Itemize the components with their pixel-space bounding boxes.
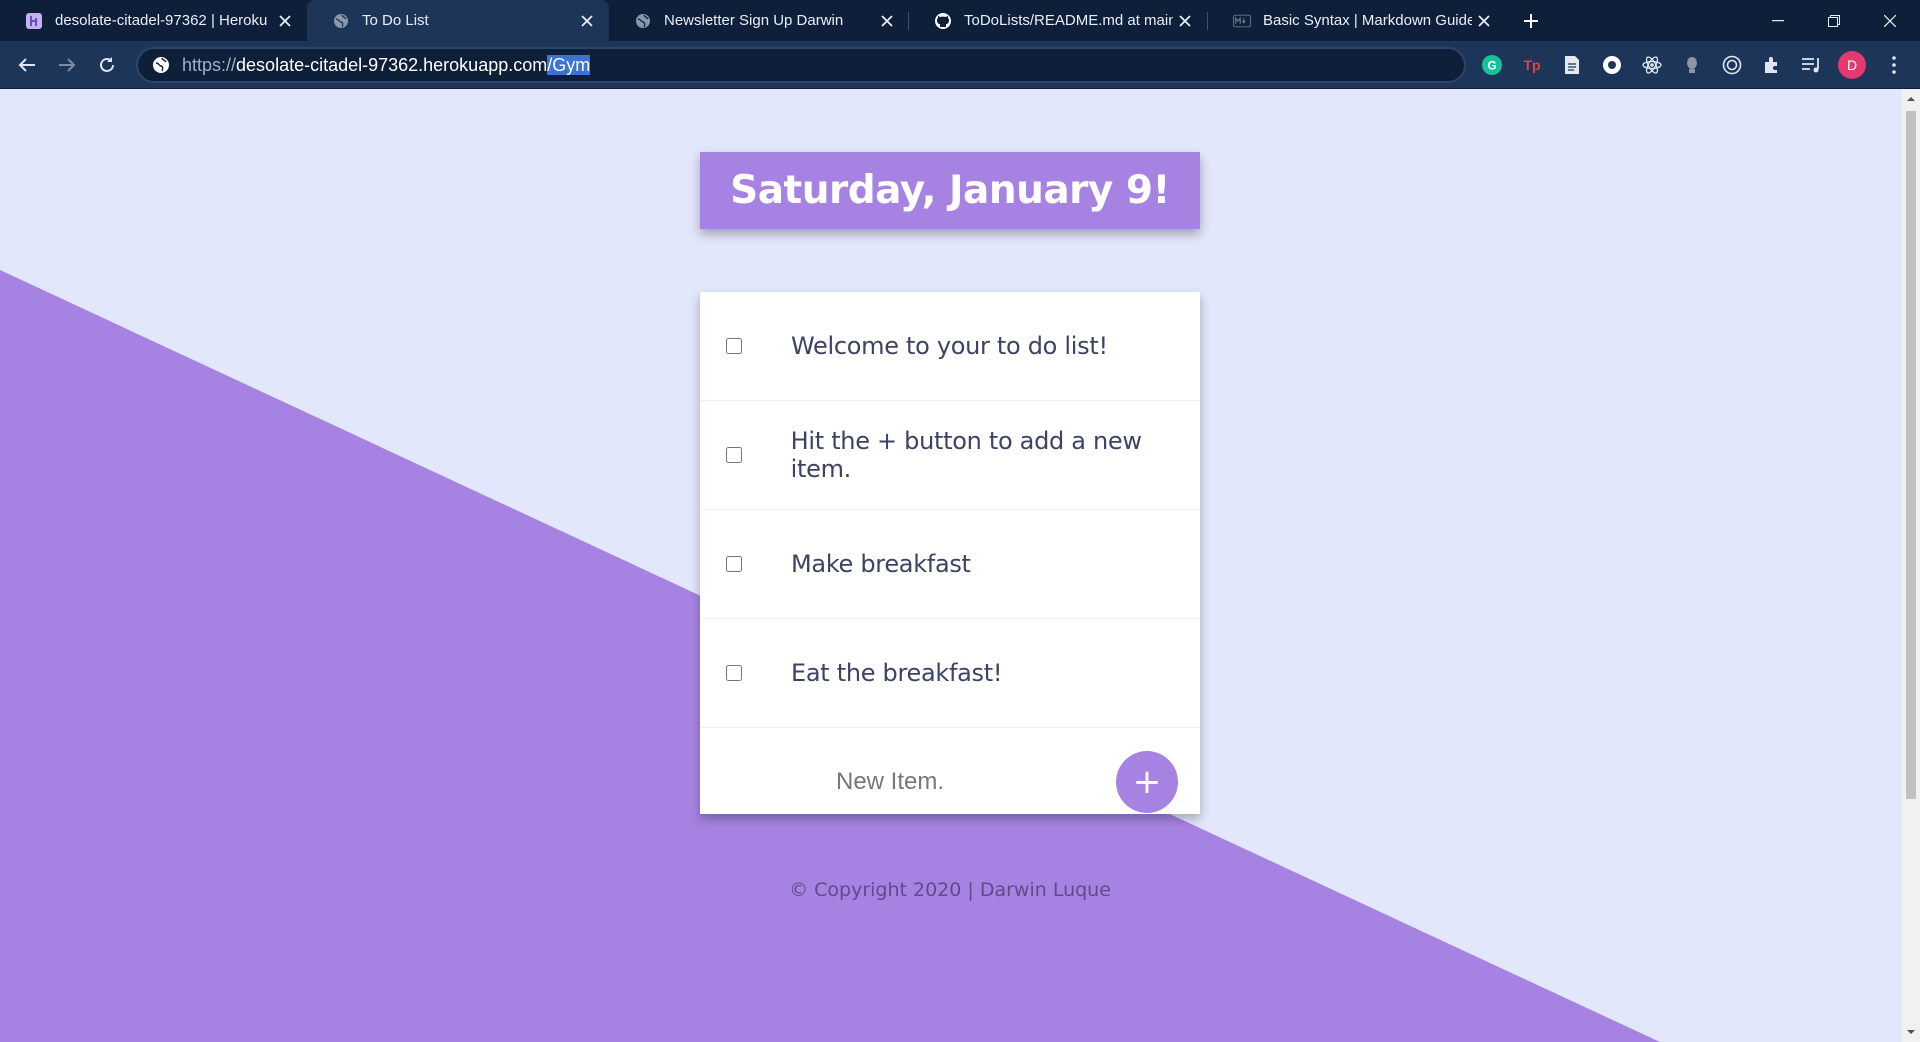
tab-markdown-guide[interactable]: Basic Syntax | Markdown Guide: [1208, 0, 1506, 41]
item-checkbox[interactable]: [726, 665, 742, 681]
tab-todo-list[interactable]: To Do List: [307, 0, 609, 41]
todo-card: Welcome to your to do list! Hit the + bu…: [700, 292, 1200, 814]
item-checkbox[interactable]: [726, 447, 742, 463]
browser-toolbar: https://desolate-citadel-97362.herokuapp…: [0, 41, 1920, 89]
close-tab-icon[interactable]: [273, 9, 297, 33]
item-text: Make breakfast: [791, 550, 971, 578]
puzzle-icon[interactable]: [1760, 53, 1784, 77]
url-path-selected: /Gym: [547, 54, 591, 75]
menu-kebab-icon[interactable]: [1882, 53, 1906, 77]
minimize-icon[interactable]: [1750, 0, 1806, 41]
list-item: Eat the breakfast!: [700, 619, 1200, 728]
tab-title: desolate-citadel-97362 | Heroku: [55, 12, 268, 29]
footer-copyright: © Copyright 2020 | Darwin Luque: [789, 879, 1111, 901]
tab-title: ToDoLists/README.md at main ·: [964, 12, 1173, 29]
scroll-up-icon[interactable]: [1907, 95, 1915, 103]
scroll-thumb[interactable]: [1906, 111, 1916, 799]
globe-icon: [634, 12, 652, 30]
page-title: Saturday, January 9!: [730, 168, 1170, 213]
close-tab-icon[interactable]: [575, 9, 599, 33]
grammarly-icon[interactable]: G: [1480, 53, 1504, 77]
item-checkbox[interactable]: [726, 556, 742, 572]
forward-icon[interactable]: [52, 50, 82, 80]
restore-icon[interactable]: [1806, 0, 1862, 41]
github-icon: [934, 12, 952, 30]
page-viewport: Saturday, January 9! Welcome to your to …: [0, 89, 1902, 1042]
new-item-input[interactable]: [720, 758, 1060, 806]
tp-icon[interactable]: Tp: [1520, 53, 1544, 77]
tab-title: To Do List: [362, 12, 429, 29]
close-tab-icon[interactable]: [1173, 9, 1197, 33]
item-text: Welcome to your to do list!: [791, 332, 1108, 360]
avatar[interactable]: D: [1838, 51, 1866, 79]
close-window-icon[interactable]: [1862, 0, 1918, 41]
tab-title: Newsletter Sign Up Darwin: [664, 12, 844, 29]
address-bar[interactable]: https://desolate-citadel-97362.herokuapp…: [136, 47, 1466, 83]
back-icon[interactable]: [12, 50, 42, 80]
list-item: Make breakfast: [700, 510, 1200, 619]
item-text: Eat the breakfast!: [791, 659, 1003, 687]
heroku-icon: [25, 12, 43, 30]
globe-icon: [332, 12, 350, 30]
target-icon[interactable]: [1720, 53, 1744, 77]
react-icon[interactable]: [1640, 53, 1664, 77]
item-text: Hit the + button to add a new item.: [790, 427, 1142, 483]
site-info-icon[interactable]: [150, 54, 172, 76]
item-checkbox[interactable]: [726, 338, 742, 354]
page-scrollbar[interactable]: [1902, 89, 1920, 1042]
heading-box: Saturday, January 9!: [700, 152, 1200, 229]
list-item: Hit the + button to add a new item.: [700, 401, 1200, 510]
tab-heroku[interactable]: desolate-citadel-97362 | Heroku: [0, 0, 307, 41]
close-tab-icon[interactable]: [875, 9, 899, 33]
lamp-icon[interactable]: [1680, 53, 1704, 77]
tab-github-readme[interactable]: ToDoLists/README.md at main ·: [909, 0, 1207, 41]
new-item-form: +: [700, 728, 1200, 836]
tab-title: Basic Syntax | Markdown Guide: [1263, 12, 1472, 29]
list-item: Welcome to your to do list!: [700, 292, 1200, 401]
document-icon[interactable]: [1560, 53, 1584, 77]
url-host: desolate-citadel-97362.herokuapp.com: [236, 54, 548, 75]
tab-newsletter[interactable]: Newsletter Sign Up Darwin: [609, 0, 909, 41]
add-item-button[interactable]: +: [1116, 751, 1178, 813]
scroll-down-icon[interactable]: [1907, 1028, 1915, 1036]
profile-initial: D: [1846, 57, 1858, 73]
url-scheme: https://: [182, 54, 237, 75]
media-icon[interactable]: [1800, 53, 1824, 77]
new-tab-button[interactable]: [1518, 8, 1544, 34]
close-tab-icon[interactable]: [1472, 9, 1496, 33]
reload-icon[interactable]: [92, 50, 122, 80]
svg-text:G: G: [1487, 59, 1496, 73]
circle-extension-icon[interactable]: [1600, 53, 1624, 77]
markdown-icon: [1233, 12, 1251, 30]
url-text[interactable]: https://desolate-citadel-97362.herokuapp…: [182, 54, 591, 76]
tab-strip: desolate-citadel-97362 | Heroku To Do Li…: [0, 0, 1920, 41]
